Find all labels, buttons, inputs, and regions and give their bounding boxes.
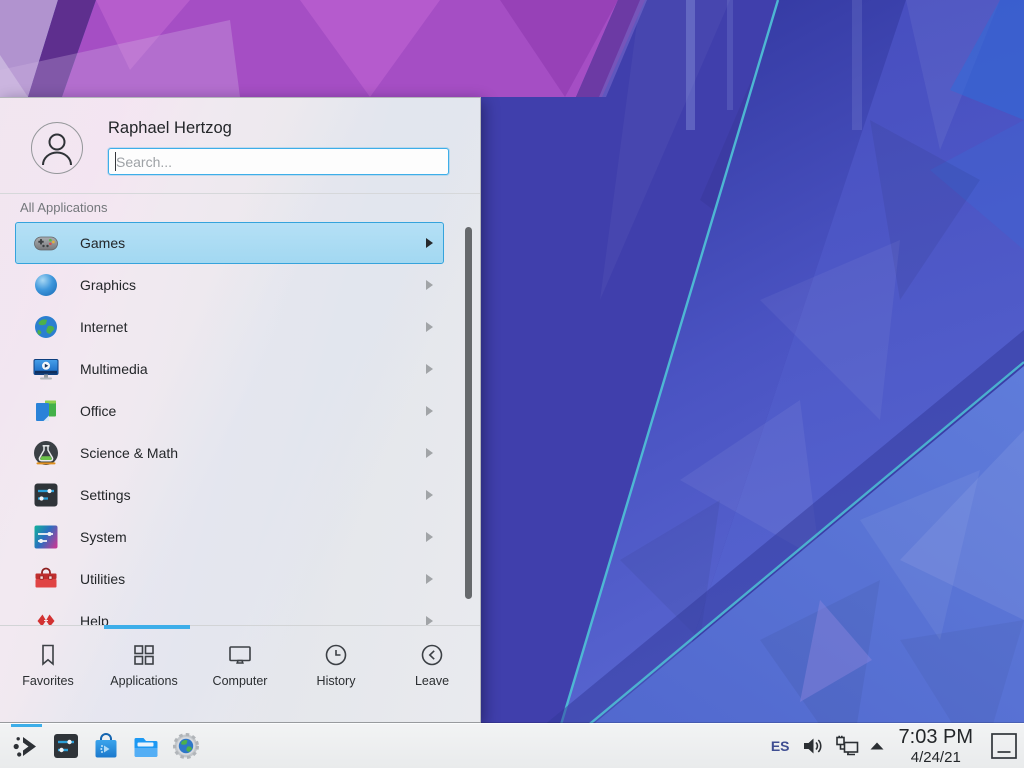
desktop: Raphael Hertzog All Applications (0, 0, 1024, 768)
menu-item-label: Settings (80, 487, 131, 503)
app-launcher-button[interactable] (6, 724, 46, 768)
system-sliders-icon (32, 523, 60, 551)
menu-item-system[interactable]: System (15, 516, 444, 558)
volume-icon[interactable] (801, 734, 825, 758)
chevron-right-icon (426, 280, 433, 290)
menu-item-multimedia[interactable]: Multimedia (15, 348, 444, 390)
user-name: Raphael Hertzog (108, 119, 232, 138)
tray-expander-icon[interactable] (869, 740, 885, 752)
tab-history[interactable]: History (288, 626, 384, 722)
menu-item-label: Office (80, 403, 116, 419)
chevron-right-icon (426, 364, 433, 374)
globe-icon (32, 313, 60, 341)
keyboard-layout-indicator[interactable]: ES (769, 738, 792, 754)
menu-item-science-math[interactable]: Science & Math (15, 432, 444, 474)
leave-icon (419, 642, 445, 668)
section-label: All Applications (20, 200, 107, 215)
tab-computer[interactable]: Computer (192, 626, 288, 722)
chevron-right-icon (426, 532, 433, 542)
menu-item-office[interactable]: Office (15, 390, 444, 432)
show-desktop-icon (990, 732, 1018, 760)
flask-icon (32, 439, 60, 467)
menu-item-label: System (80, 529, 127, 545)
system-tray: ES 7:03 PM 4/24/21 (769, 727, 1018, 765)
help-hands-icon (32, 607, 60, 625)
discover-launcher[interactable] (86, 724, 126, 768)
category-list: Games Graphics (15, 222, 444, 625)
documents-icon (32, 397, 60, 425)
taskbar-panel: ES 7:03 PM 4/24/21 (0, 723, 1024, 768)
clock-icon (323, 642, 349, 668)
chevron-right-icon (426, 574, 433, 584)
menu-item-settings[interactable]: Settings (15, 474, 444, 516)
grid-icon (131, 642, 157, 668)
user-icon (32, 123, 82, 173)
active-tab-indicator (104, 625, 190, 629)
text-cursor (115, 152, 116, 171)
clock-date: 4/24/21 (899, 750, 973, 765)
menu-item-utilities[interactable]: Utilities (15, 558, 444, 600)
menu-item-label: Science & Math (80, 445, 178, 461)
file-manager-launcher[interactable] (126, 724, 166, 768)
chevron-right-icon (426, 238, 433, 248)
system-settings-launcher[interactable] (46, 724, 86, 768)
folder-icon (131, 731, 161, 761)
system-settings-icon (51, 731, 81, 761)
digital-clock[interactable]: 7:03 PM 4/24/21 (899, 727, 973, 765)
discover-icon (91, 731, 121, 761)
tab-leave[interactable]: Leave (384, 626, 480, 722)
sliders-icon (32, 481, 60, 509)
menu-item-label: Multimedia (80, 361, 148, 377)
toolbox-icon (32, 565, 60, 593)
chevron-right-icon (426, 406, 433, 416)
menu-item-label: Games (80, 235, 125, 251)
menu-item-graphics[interactable]: Graphics (15, 264, 444, 306)
web-browser-launcher[interactable] (166, 724, 206, 768)
chevron-right-icon (426, 322, 433, 332)
chevron-right-icon (426, 490, 433, 500)
computer-icon (227, 642, 253, 668)
plasma-launcher-icon (11, 731, 41, 761)
menu-item-help[interactable]: Help (15, 600, 444, 625)
menu-item-games[interactable]: Games (15, 222, 444, 264)
menu-item-label: Utilities (80, 571, 125, 587)
gamepad-icon (32, 229, 60, 257)
application-launcher-menu: Raphael Hertzog All Applications (0, 97, 481, 723)
monitor-play-icon (32, 355, 60, 383)
chevron-right-icon (426, 448, 433, 458)
search-input[interactable] (108, 148, 449, 175)
tab-favorites[interactable]: Favorites (0, 626, 96, 722)
sphere-icon (32, 271, 60, 299)
menu-item-label: Internet (80, 319, 127, 335)
menu-item-internet[interactable]: Internet (15, 306, 444, 348)
browser-globe-icon (171, 731, 201, 761)
bookmark-icon (35, 642, 61, 668)
tab-applications[interactable]: Applications (96, 626, 192, 722)
scrollbar[interactable] (465, 227, 472, 599)
menu-item-label: Help (80, 613, 109, 625)
show-desktop-button[interactable] (990, 732, 1018, 760)
menu-item-label: Graphics (80, 277, 136, 293)
network-icon[interactable] (834, 734, 860, 758)
chevron-right-icon (426, 616, 433, 625)
clock-time: 7:03 PM (899, 727, 973, 747)
launcher-tab-bar: Favorites Applications (0, 625, 480, 722)
user-avatar[interactable] (31, 122, 83, 174)
header-divider (0, 193, 480, 194)
